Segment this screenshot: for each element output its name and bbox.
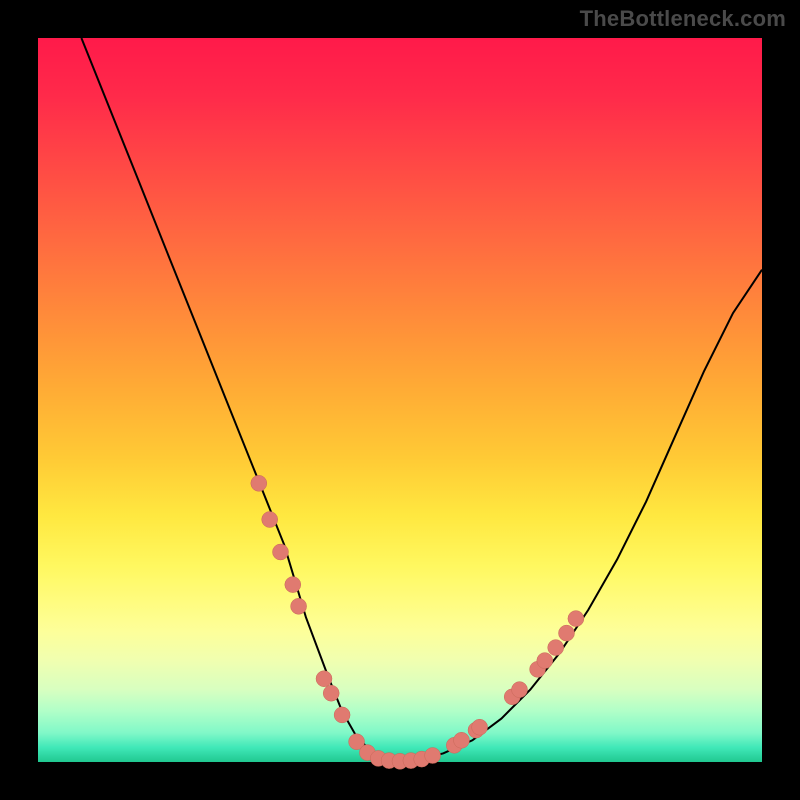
data-dot (273, 544, 289, 560)
chart-frame: TheBottleneck.com (0, 0, 800, 800)
data-dot (334, 707, 350, 723)
data-dot (472, 719, 488, 735)
data-dot (316, 671, 332, 687)
data-dot (454, 732, 470, 748)
data-dot (548, 640, 564, 656)
data-dot (568, 611, 584, 627)
data-dot (425, 748, 441, 764)
data-dot (285, 577, 301, 593)
data-dots (251, 475, 584, 769)
data-dot (559, 625, 575, 641)
data-dot (251, 475, 267, 491)
bottleneck-curve (81, 38, 762, 761)
data-dot (512, 682, 528, 698)
chart-svg (38, 38, 762, 762)
data-dot (262, 512, 278, 528)
plot-area (38, 38, 762, 762)
data-dot (537, 653, 553, 669)
data-dot (323, 685, 339, 701)
watermark-text: TheBottleneck.com (580, 6, 786, 32)
data-dot (291, 598, 307, 614)
